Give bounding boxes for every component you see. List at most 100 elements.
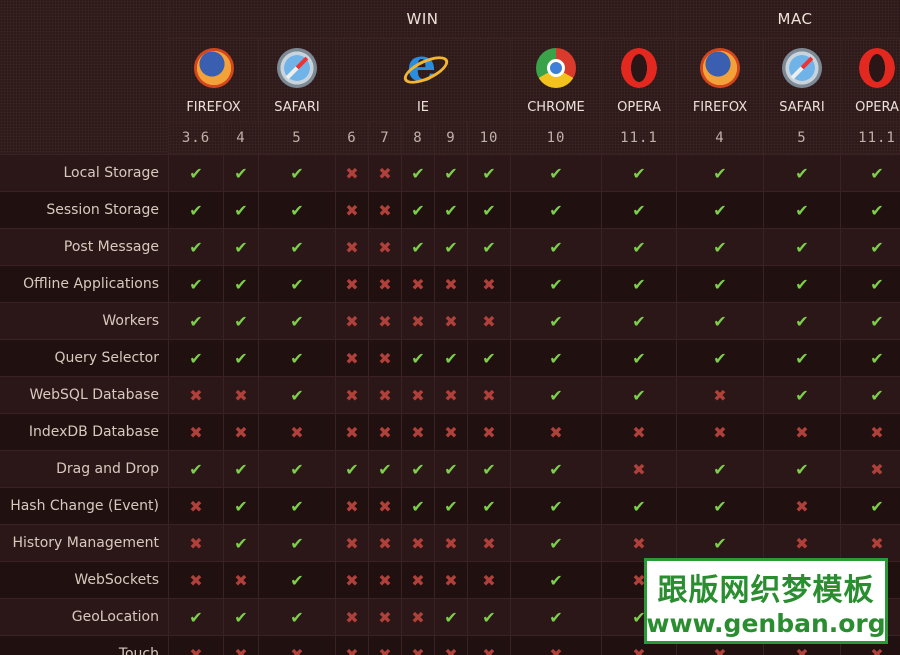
feature-label: Query Selector bbox=[0, 340, 168, 376]
support-cell-win-chrome-10: ✔ bbox=[511, 229, 601, 265]
support-cell-win-safari-5: ✔ bbox=[259, 155, 335, 191]
check-icon: ✔ bbox=[234, 496, 248, 516]
support-cell-win-ie-7: ✖ bbox=[369, 636, 401, 655]
support-cell-win-ie-8: ✔ bbox=[402, 192, 434, 228]
platform-label: WIN bbox=[406, 10, 439, 28]
check-icon: ✔ bbox=[290, 607, 304, 627]
support-cell-win-ie-6: ✖ bbox=[336, 488, 368, 524]
cross-icon: ✖ bbox=[345, 385, 359, 405]
check-icon: ✔ bbox=[795, 274, 809, 294]
support-cell-win-ie-8: ✖ bbox=[402, 562, 434, 598]
cross-icon: ✖ bbox=[234, 385, 248, 405]
cross-icon: ✖ bbox=[378, 274, 392, 294]
browser-name: SAFARI bbox=[274, 100, 320, 115]
check-icon: ✔ bbox=[795, 237, 809, 257]
support-cell-mac-safari-5: ✔ bbox=[764, 451, 840, 487]
support-cell-win-ie-9: ✖ bbox=[435, 562, 467, 598]
cross-icon: ✖ bbox=[411, 607, 425, 627]
cross-icon: ✖ bbox=[378, 385, 392, 405]
cross-icon: ✖ bbox=[482, 533, 496, 553]
check-icon: ✔ bbox=[482, 200, 496, 220]
support-cell-win-ie-9: ✔ bbox=[435, 488, 467, 524]
version-header: 9 bbox=[435, 122, 467, 154]
support-cell-win-ie-10: ✔ bbox=[468, 155, 510, 191]
support-cell-win-firefox-3.6: ✔ bbox=[169, 192, 223, 228]
support-cell-mac-opera-11.1: ✔ bbox=[841, 377, 900, 413]
version-label: 7 bbox=[380, 130, 390, 146]
cross-icon: ✖ bbox=[795, 533, 809, 553]
support-cell-win-firefox-3.6: ✔ bbox=[169, 451, 223, 487]
check-icon: ✔ bbox=[290, 163, 304, 183]
cross-icon: ✖ bbox=[411, 311, 425, 331]
check-icon: ✔ bbox=[713, 200, 727, 220]
support-cell-win-safari-5: ✖ bbox=[259, 636, 335, 655]
support-cell-win-firefox-4: ✔ bbox=[224, 451, 258, 487]
feature-label: IndexDB Database bbox=[0, 414, 168, 450]
support-cell-win-ie-6: ✖ bbox=[336, 303, 368, 339]
opera-icon bbox=[621, 48, 657, 88]
check-icon: ✔ bbox=[234, 348, 248, 368]
version-label: 6 bbox=[347, 130, 357, 146]
support-cell-win-ie-10: ✔ bbox=[468, 229, 510, 265]
support-cell-win-ie-8: ✖ bbox=[402, 377, 434, 413]
cross-icon: ✖ bbox=[345, 607, 359, 627]
check-icon: ✔ bbox=[713, 163, 727, 183]
cross-icon: ✖ bbox=[234, 644, 248, 655]
support-cell-win-chrome-10: ✖ bbox=[511, 636, 601, 655]
support-cell-win-safari-5: ✔ bbox=[259, 451, 335, 487]
support-cell-win-opera-11.1: ✔ bbox=[602, 377, 676, 413]
support-cell-win-safari-5: ✔ bbox=[259, 229, 335, 265]
support-cell-win-chrome-10: ✔ bbox=[511, 599, 601, 635]
cross-icon: ✖ bbox=[345, 422, 359, 442]
support-cell-win-ie-10: ✔ bbox=[468, 599, 510, 635]
support-cell-mac-opera-11.1: ✔ bbox=[841, 303, 900, 339]
corner-cell bbox=[0, 0, 168, 154]
support-cell-win-safari-5: ✔ bbox=[259, 562, 335, 598]
feature-label: Drag and Drop bbox=[0, 451, 168, 487]
check-icon: ✔ bbox=[482, 237, 496, 257]
cross-icon: ✖ bbox=[444, 385, 458, 405]
support-cell-mac-firefox-4: ✖ bbox=[677, 377, 763, 413]
support-cell-win-ie-10: ✔ bbox=[468, 340, 510, 376]
support-cell-win-ie-9: ✖ bbox=[435, 377, 467, 413]
support-cell-win-ie-6: ✖ bbox=[336, 266, 368, 302]
cross-icon: ✖ bbox=[482, 385, 496, 405]
cross-icon: ✖ bbox=[290, 644, 304, 655]
support-cell-win-safari-5: ✔ bbox=[259, 599, 335, 635]
support-cell-win-firefox-4: ✔ bbox=[224, 340, 258, 376]
check-icon: ✔ bbox=[411, 237, 425, 257]
support-cell-win-ie-9: ✔ bbox=[435, 451, 467, 487]
cross-icon: ✖ bbox=[482, 422, 496, 442]
cross-icon: ✖ bbox=[189, 570, 203, 590]
cross-icon: ✖ bbox=[870, 533, 884, 553]
cross-icon: ✖ bbox=[290, 422, 304, 442]
browser-header-mac-firefox: FIREFOX bbox=[677, 39, 763, 121]
support-cell-win-chrome-10: ✔ bbox=[511, 451, 601, 487]
browser-name: OPERA bbox=[617, 100, 661, 115]
cross-icon: ✖ bbox=[549, 422, 563, 442]
check-icon: ✔ bbox=[549, 163, 563, 183]
check-icon: ✔ bbox=[234, 311, 248, 331]
feature-label: Local Storage bbox=[0, 155, 168, 191]
support-cell-win-firefox-4: ✔ bbox=[224, 303, 258, 339]
check-icon: ✔ bbox=[290, 533, 304, 553]
check-icon: ✔ bbox=[189, 163, 203, 183]
support-cell-mac-firefox-4: ✔ bbox=[677, 451, 763, 487]
support-cell-win-safari-5: ✔ bbox=[259, 525, 335, 561]
support-cell-win-ie-8: ✔ bbox=[402, 488, 434, 524]
check-icon: ✔ bbox=[234, 200, 248, 220]
cross-icon: ✖ bbox=[189, 644, 203, 655]
support-cell-mac-firefox-4: ✔ bbox=[677, 340, 763, 376]
support-cell-win-opera-11.1: ✖ bbox=[602, 414, 676, 450]
support-cell-win-firefox-3.6: ✔ bbox=[169, 303, 223, 339]
check-icon: ✔ bbox=[482, 607, 496, 627]
check-icon: ✔ bbox=[444, 459, 458, 479]
support-cell-win-opera-11.1: ✔ bbox=[602, 192, 676, 228]
support-cell-mac-opera-11.1: ✔ bbox=[841, 229, 900, 265]
cross-icon: ✖ bbox=[345, 533, 359, 553]
check-icon: ✔ bbox=[234, 163, 248, 183]
support-cell-win-chrome-10: ✔ bbox=[511, 525, 601, 561]
support-cell-win-opera-11.1: ✔ bbox=[602, 155, 676, 191]
cross-icon: ✖ bbox=[444, 422, 458, 442]
support-cell-win-ie-7: ✖ bbox=[369, 525, 401, 561]
